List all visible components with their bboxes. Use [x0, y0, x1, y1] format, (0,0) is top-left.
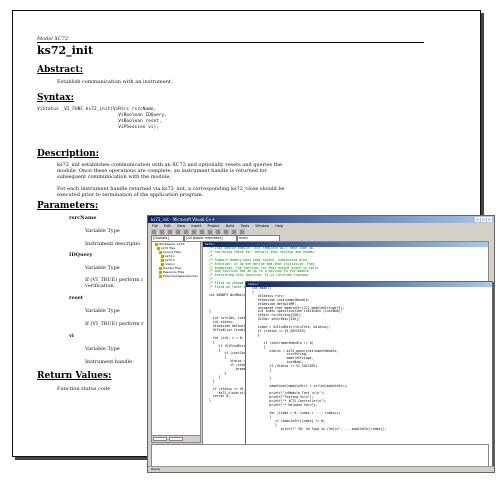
- parameters-heading: Parameters:: [37, 201, 99, 211]
- tab-fileview[interactable]: [169, 437, 183, 441]
- param-row: Variable Type: [85, 346, 120, 352]
- workspace-panel: Workspace 'ks72' ks72 files Source Files…: [151, 241, 201, 443]
- param-name: IDQuery: [69, 252, 93, 258]
- close-button[interactable]: [487, 217, 492, 222]
- output-panel[interactable]: [151, 444, 489, 468]
- param-name: vi: [69, 333, 74, 339]
- status-text: Ready: [151, 467, 161, 471]
- abstract-text: Establish communication with an instrume…: [57, 79, 173, 85]
- menu-project[interactable]: Project: [208, 224, 220, 228]
- return-heading: Return Values:: [37, 371, 112, 381]
- menu-help[interactable]: Help: [275, 224, 283, 228]
- ide-window[interactable]: ks72_init - Microsoft Visual C++ File Ed…: [147, 215, 495, 473]
- param-row: If (VI_TRUE) perform r: [85, 321, 144, 327]
- code-line: printf(" ID: %d Type %s (%d)\n", ... mod…: [252, 426, 387, 431]
- ide-titlebar[interactable]: ks72_init - Microsoft Visual C++: [148, 216, 494, 223]
- doc-title: ks72_init: [37, 44, 94, 57]
- tab-classview[interactable]: [153, 437, 167, 441]
- syntax-text: ViStatus _VI_FUNC ks72_init(ViRsrc rsrcN…: [37, 107, 168, 130]
- menu-file[interactable]: File: [152, 224, 158, 228]
- syntax-heading: Syntax:: [37, 93, 74, 103]
- minimize-button[interactable]: [475, 217, 480, 222]
- menu-edit[interactable]: Edit: [164, 224, 171, 228]
- title-rule: [37, 42, 424, 43]
- param-name: rsrcName: [69, 215, 97, 221]
- workspace-tabs: [152, 435, 200, 442]
- param-row: Variable Type: [85, 265, 120, 271]
- menu-tools[interactable]: Tools: [241, 224, 250, 228]
- menu-build[interactable]: Build: [226, 224, 235, 228]
- param-row: Instrument descriptio: [85, 241, 141, 247]
- description-paragraph-1: ks72_init establishes communication with…: [57, 162, 282, 180]
- menu-view[interactable]: View: [177, 224, 185, 228]
- ide-title: ks72_init - Microsoft Visual C++: [151, 217, 215, 222]
- param-name: reset: [69, 295, 84, 301]
- editor-2-code[interactable]: int main(){ ViStatus rsrc; ViSession ins…: [246, 286, 492, 432]
- status-bar: Ready: [148, 466, 494, 472]
- description-paragraph-2: For each instrument handle returned via …: [57, 186, 285, 198]
- return-text: Function status code: [57, 386, 111, 392]
- maximize-button[interactable]: [481, 217, 486, 222]
- param-row: Variable Type: [85, 308, 120, 314]
- abstract-heading: Abstract:: [37, 65, 84, 75]
- tree-item[interactable]: External Dependencies: [152, 274, 200, 278]
- editor-window-2[interactable]: main.c int main(){ ViStatus rsrc; ViSess…: [245, 281, 493, 468]
- description-heading: Description:: [37, 149, 99, 159]
- menu-insert[interactable]: Insert: [191, 224, 201, 228]
- menu-window[interactable]: Window: [255, 224, 269, 228]
- folder-icon: [159, 274, 162, 278]
- param-row: Variable Type: [85, 228, 120, 234]
- param-row: If (VI_TRUE) perform i verification.: [85, 277, 143, 289]
- param-row: Instrument handle: [85, 359, 133, 365]
